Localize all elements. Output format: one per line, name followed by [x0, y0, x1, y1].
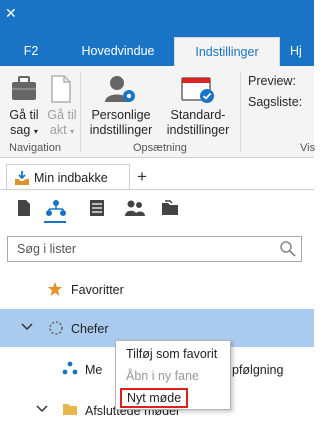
search-placeholder: Søg i lister: [17, 242, 77, 256]
context-menu: Tilføj som favorit Åbn i ny fane Nyt mød…: [115, 340, 231, 410]
search-icon[interactable]: [279, 240, 297, 263]
standard-indstillinger-button[interactable]: Standard- indstillinger: [160, 108, 236, 138]
tab-f2[interactable]: F2: [0, 37, 62, 66]
list-type-toolbar: [0, 199, 314, 223]
briefcase-icon: [10, 74, 38, 109]
standard-settings-icon: [180, 74, 216, 109]
register-icon[interactable]: [89, 199, 105, 222]
standard-label2: indstillinger: [166, 123, 230, 137]
org-tree-icon: [62, 361, 78, 378]
active-tab-indicator: [44, 221, 66, 223]
chevron-down-icon[interactable]: [36, 403, 48, 418]
opsaetning-group-label: Opsætning: [133, 142, 187, 154]
personlige-indstillinger-button[interactable]: Personlige indstillinger: [86, 108, 156, 138]
file-icon[interactable]: [17, 199, 31, 222]
navigation-group-label: Navigation: [9, 142, 61, 154]
inbox-icon: [14, 170, 30, 189]
ribbon-divider: [240, 72, 241, 152]
document-icon: [49, 74, 73, 109]
tab-min-indbakke[interactable]: Min indbakke: [6, 164, 130, 190]
star-icon: [47, 281, 63, 300]
menu-item-aabn-ny-fane[interactable]: Åbn i ny fane: [126, 369, 199, 383]
personlige-label: Personlige: [91, 108, 151, 122]
folder-icon: [62, 402, 78, 419]
tab-divider: [0, 189, 314, 190]
ga-til-sag-label: Gå til: [9, 108, 39, 122]
tree-item-label: Favoritter: [71, 283, 124, 297]
chevron-down-icon[interactable]: [21, 321, 33, 336]
dropdown-arrow-icon: ▾: [70, 127, 75, 136]
tab-hj[interactable]: Hj: [280, 37, 314, 66]
tab-label: Min indbakke: [34, 171, 108, 185]
ribbon-divider: [80, 72, 81, 152]
standard-label: Standard-: [170, 108, 226, 122]
user-settings-icon: [103, 74, 137, 109]
dropdown-arrow-icon: ▾: [33, 127, 38, 136]
ribbon-tab-row: F2 Hovedvindue Indstillinger Hj: [0, 37, 314, 66]
sagsliste-label: Sagsliste:: [248, 95, 303, 109]
tree-item-favoritter[interactable]: Favoritter: [0, 278, 314, 302]
org-tree-icon[interactable]: [46, 199, 66, 222]
personlige-label2: indstillinger: [89, 123, 153, 137]
menu-item-nyt-moede[interactable]: Nyt møde: [120, 388, 189, 408]
tab-hovedvindue[interactable]: Hovedvindue: [62, 37, 174, 66]
dashed-circle-icon: [48, 320, 64, 339]
tree-item-label-right: pfølgning: [232, 363, 284, 377]
close-icon[interactable]: ✕: [5, 6, 17, 20]
search-input[interactable]: Søg i lister: [7, 236, 302, 262]
ga-til-akt-label2: akt: [49, 123, 67, 137]
add-tab-button[interactable]: +: [137, 168, 147, 186]
ga-til-sag-button[interactable]: Gå til sag ▾: [4, 108, 44, 139]
ga-til-akt-button[interactable]: Gå til akt ▾: [45, 108, 79, 139]
tab-indstillinger[interactable]: Indstillinger: [174, 37, 280, 66]
menu-item-tilfoej-favorit[interactable]: Tilføj som favorit: [126, 347, 217, 361]
ribbon: Gå til sag ▾ Gå til akt ▾ Navigation Per…: [0, 66, 316, 158]
ga-til-sag-label2: sag: [10, 123, 31, 137]
users-icon[interactable]: [124, 199, 146, 222]
preview-label: Preview:: [248, 74, 296, 88]
vis-group-label: Vis: [300, 142, 316, 154]
tree-item-label: Chefer: [71, 322, 109, 336]
tree-item-label: Me: [85, 363, 103, 377]
folders-icon[interactable]: [160, 199, 180, 222]
ga-til-akt-label: Gå til: [47, 108, 77, 122]
title-bar: ✕: [0, 0, 314, 37]
